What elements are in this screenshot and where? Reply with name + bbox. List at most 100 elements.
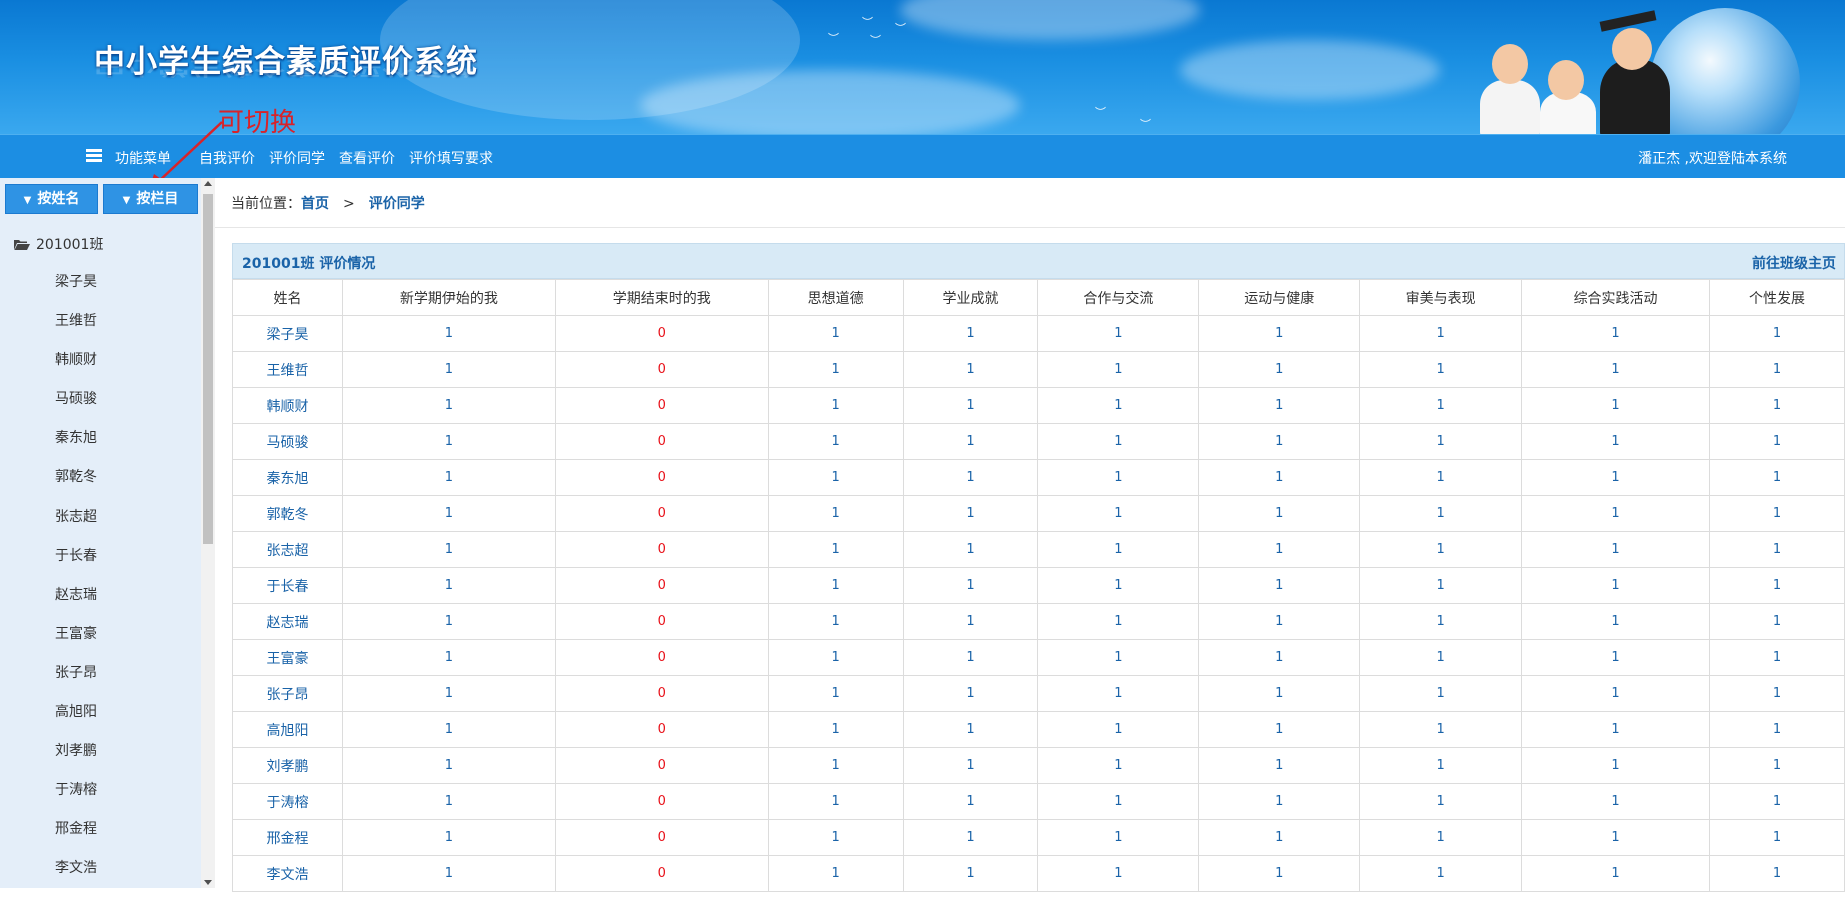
evaluation-count-cell: 1 — [341, 747, 556, 784]
menu-icon[interactable] — [86, 149, 102, 162]
evaluation-count-cell: 1 — [1198, 711, 1361, 748]
sidebar-student-item[interactable]: 高旭阳 — [55, 702, 97, 741]
evaluation-count-cell: 1 — [902, 675, 1039, 712]
table-row: 梁子昊 1 0 1 1 1 1 1 1 1 — [232, 315, 1845, 352]
evaluation-count-cell: 1 — [341, 495, 556, 532]
sidebar-student-item[interactable]: 张子昂 — [55, 663, 97, 702]
evaluation-count-cell: 1 — [1359, 783, 1523, 820]
panel-title: 201001班 评价情况 — [242, 256, 376, 272]
evaluation-count-cell: 1 — [341, 315, 556, 352]
evaluation-count-cell: 1 — [341, 459, 556, 496]
nav-view-evaluation[interactable]: 查看评价 — [339, 148, 395, 168]
evaluation-count-cell: 1 — [767, 675, 904, 712]
evaluation-count-cell: 1 — [902, 711, 1039, 748]
evaluation-count-cell: 1 — [341, 603, 556, 640]
evaluation-count-cell: 1 — [1709, 495, 1845, 532]
evaluation-count-cell: 0 — [554, 567, 769, 604]
breadcrumb-home-link[interactable]: 首页 — [301, 196, 329, 212]
evaluation-count-cell: 1 — [1037, 567, 1200, 604]
evaluation-count-cell: 1 — [341, 855, 556, 892]
evaluation-count-cell: 1 — [1521, 783, 1710, 820]
evaluation-count-cell: 1 — [1359, 423, 1523, 460]
breadcrumb: 当前位置：首页 > 评价同学 — [231, 193, 425, 213]
student-name-link[interactable]: 刘孝鹏 — [232, 747, 343, 784]
sidebar-student-item[interactable]: 张志超 — [55, 507, 97, 546]
evaluation-count-cell: 1 — [1198, 747, 1361, 784]
sidebar-student-item[interactable]: 邢金程 — [55, 819, 97, 858]
student-name-link[interactable]: 梁子昊 — [232, 315, 343, 352]
sidebar-scrollbar[interactable] — [201, 178, 215, 888]
evaluation-count-cell: 1 — [1198, 567, 1361, 604]
student-name-link[interactable]: 于长春 — [232, 567, 343, 604]
evaluation-count-cell: 1 — [1359, 531, 1523, 568]
student-name-link[interactable]: 高旭阳 — [232, 711, 343, 748]
sidebar-student-item[interactable]: 赵志瑞 — [55, 585, 97, 624]
evaluation-count-cell: 0 — [554, 783, 769, 820]
evaluation-count-cell: 1 — [767, 747, 904, 784]
evaluation-count-cell: 1 — [1198, 531, 1361, 568]
evaluation-count-cell: 1 — [1198, 351, 1361, 388]
evaluation-count-cell: 1 — [1521, 387, 1710, 424]
student-name-link[interactable]: 赵志瑞 — [232, 603, 343, 640]
student-name-link[interactable]: 马硕骏 — [232, 423, 343, 460]
scroll-down-icon[interactable] — [204, 880, 212, 885]
student-name-link[interactable]: 郭乾冬 — [232, 495, 343, 532]
breadcrumb-current[interactable]: 评价同学 — [369, 196, 425, 212]
student-name-link[interactable]: 秦东旭 — [232, 459, 343, 496]
sidebar-student-item[interactable]: 刘孝鹏 — [55, 741, 97, 780]
sidebar-student-item[interactable]: 于涛榕 — [55, 780, 97, 819]
sort-by-name-button[interactable]: ▼ 按姓名 — [5, 184, 98, 214]
table-row: 秦东旭 1 0 1 1 1 1 1 1 1 — [232, 459, 1845, 496]
student-name-link[interactable]: 王富豪 — [232, 639, 343, 676]
evaluation-count-cell: 0 — [554, 747, 769, 784]
evaluation-count-cell: 0 — [554, 495, 769, 532]
student-name-link[interactable]: 邢金程 — [232, 819, 343, 856]
sidebar-student-item[interactable]: 郭乾冬 — [55, 467, 97, 506]
student-name-link[interactable]: 张志超 — [232, 531, 343, 568]
evaluation-count-cell: 1 — [1521, 603, 1710, 640]
sidebar-student-item[interactable]: 李文浩 — [55, 858, 97, 897]
student-name-link[interactable]: 李文浩 — [232, 855, 343, 892]
evaluation-count-cell: 1 — [1709, 423, 1845, 460]
scroll-up-icon[interactable] — [204, 181, 212, 186]
evaluation-count-cell: 1 — [1359, 315, 1523, 352]
sidebar-student-item[interactable]: 王富豪 — [55, 624, 97, 663]
evaluation-count-cell: 1 — [902, 567, 1039, 604]
evaluation-count-cell: 1 — [1198, 387, 1361, 424]
evaluation-count-cell: 1 — [1521, 495, 1710, 532]
evaluation-count-cell: 1 — [902, 387, 1039, 424]
column-header: 学业成就 — [902, 279, 1039, 316]
sidebar-student-item[interactable]: 王维哲 — [55, 311, 97, 350]
class-tree-node[interactable]: 201001班 — [14, 234, 103, 254]
column-header: 思想道德 — [767, 279, 904, 316]
evaluation-count-cell: 1 — [1198, 639, 1361, 676]
sidebar-student-item[interactable]: 马硕骏 — [55, 389, 97, 428]
sidebar-student-item[interactable]: 韩顺财 — [55, 350, 97, 389]
table-row: 高旭阳 1 0 1 1 1 1 1 1 1 — [232, 711, 1845, 748]
evaluation-count-cell: 0 — [554, 855, 769, 892]
scrollbar-thumb[interactable] — [203, 194, 213, 544]
evaluation-count-cell: 1 — [1037, 351, 1200, 388]
nav-evaluation-requirements[interactable]: 评价填写要求 — [409, 148, 493, 168]
evaluation-count-cell: 1 — [341, 819, 556, 856]
sidebar-student-item[interactable]: 秦东旭 — [55, 428, 97, 467]
student-name-link[interactable]: 于涛榕 — [232, 783, 343, 820]
evaluation-count-cell: 1 — [341, 567, 556, 604]
sort-by-column-button[interactable]: ▼ 按栏目 — [103, 184, 198, 214]
nav-peer-evaluation[interactable]: 评价同学 — [269, 148, 325, 168]
student-name-link[interactable]: 王维哲 — [232, 351, 343, 388]
evaluation-count-cell: 0 — [554, 639, 769, 676]
evaluation-count-cell: 1 — [902, 603, 1039, 640]
student-name-link[interactable]: 韩顺财 — [232, 387, 343, 424]
evaluation-count-cell: 1 — [341, 783, 556, 820]
evaluation-count-cell: 1 — [902, 351, 1039, 388]
class-homepage-link[interactable]: 前往班级主页 — [1752, 253, 1836, 273]
student-name-link[interactable]: 张子昂 — [232, 675, 343, 712]
table-row: 邢金程 1 0 1 1 1 1 1 1 1 — [232, 819, 1845, 856]
evaluation-count-cell: 0 — [554, 459, 769, 496]
evaluation-count-cell: 1 — [767, 855, 904, 892]
divider — [215, 227, 1845, 228]
sidebar-student-item[interactable]: 于长春 — [55, 546, 97, 585]
evaluation-count-cell: 1 — [767, 423, 904, 460]
sidebar-student-item[interactable]: 梁子昊 — [55, 272, 97, 311]
